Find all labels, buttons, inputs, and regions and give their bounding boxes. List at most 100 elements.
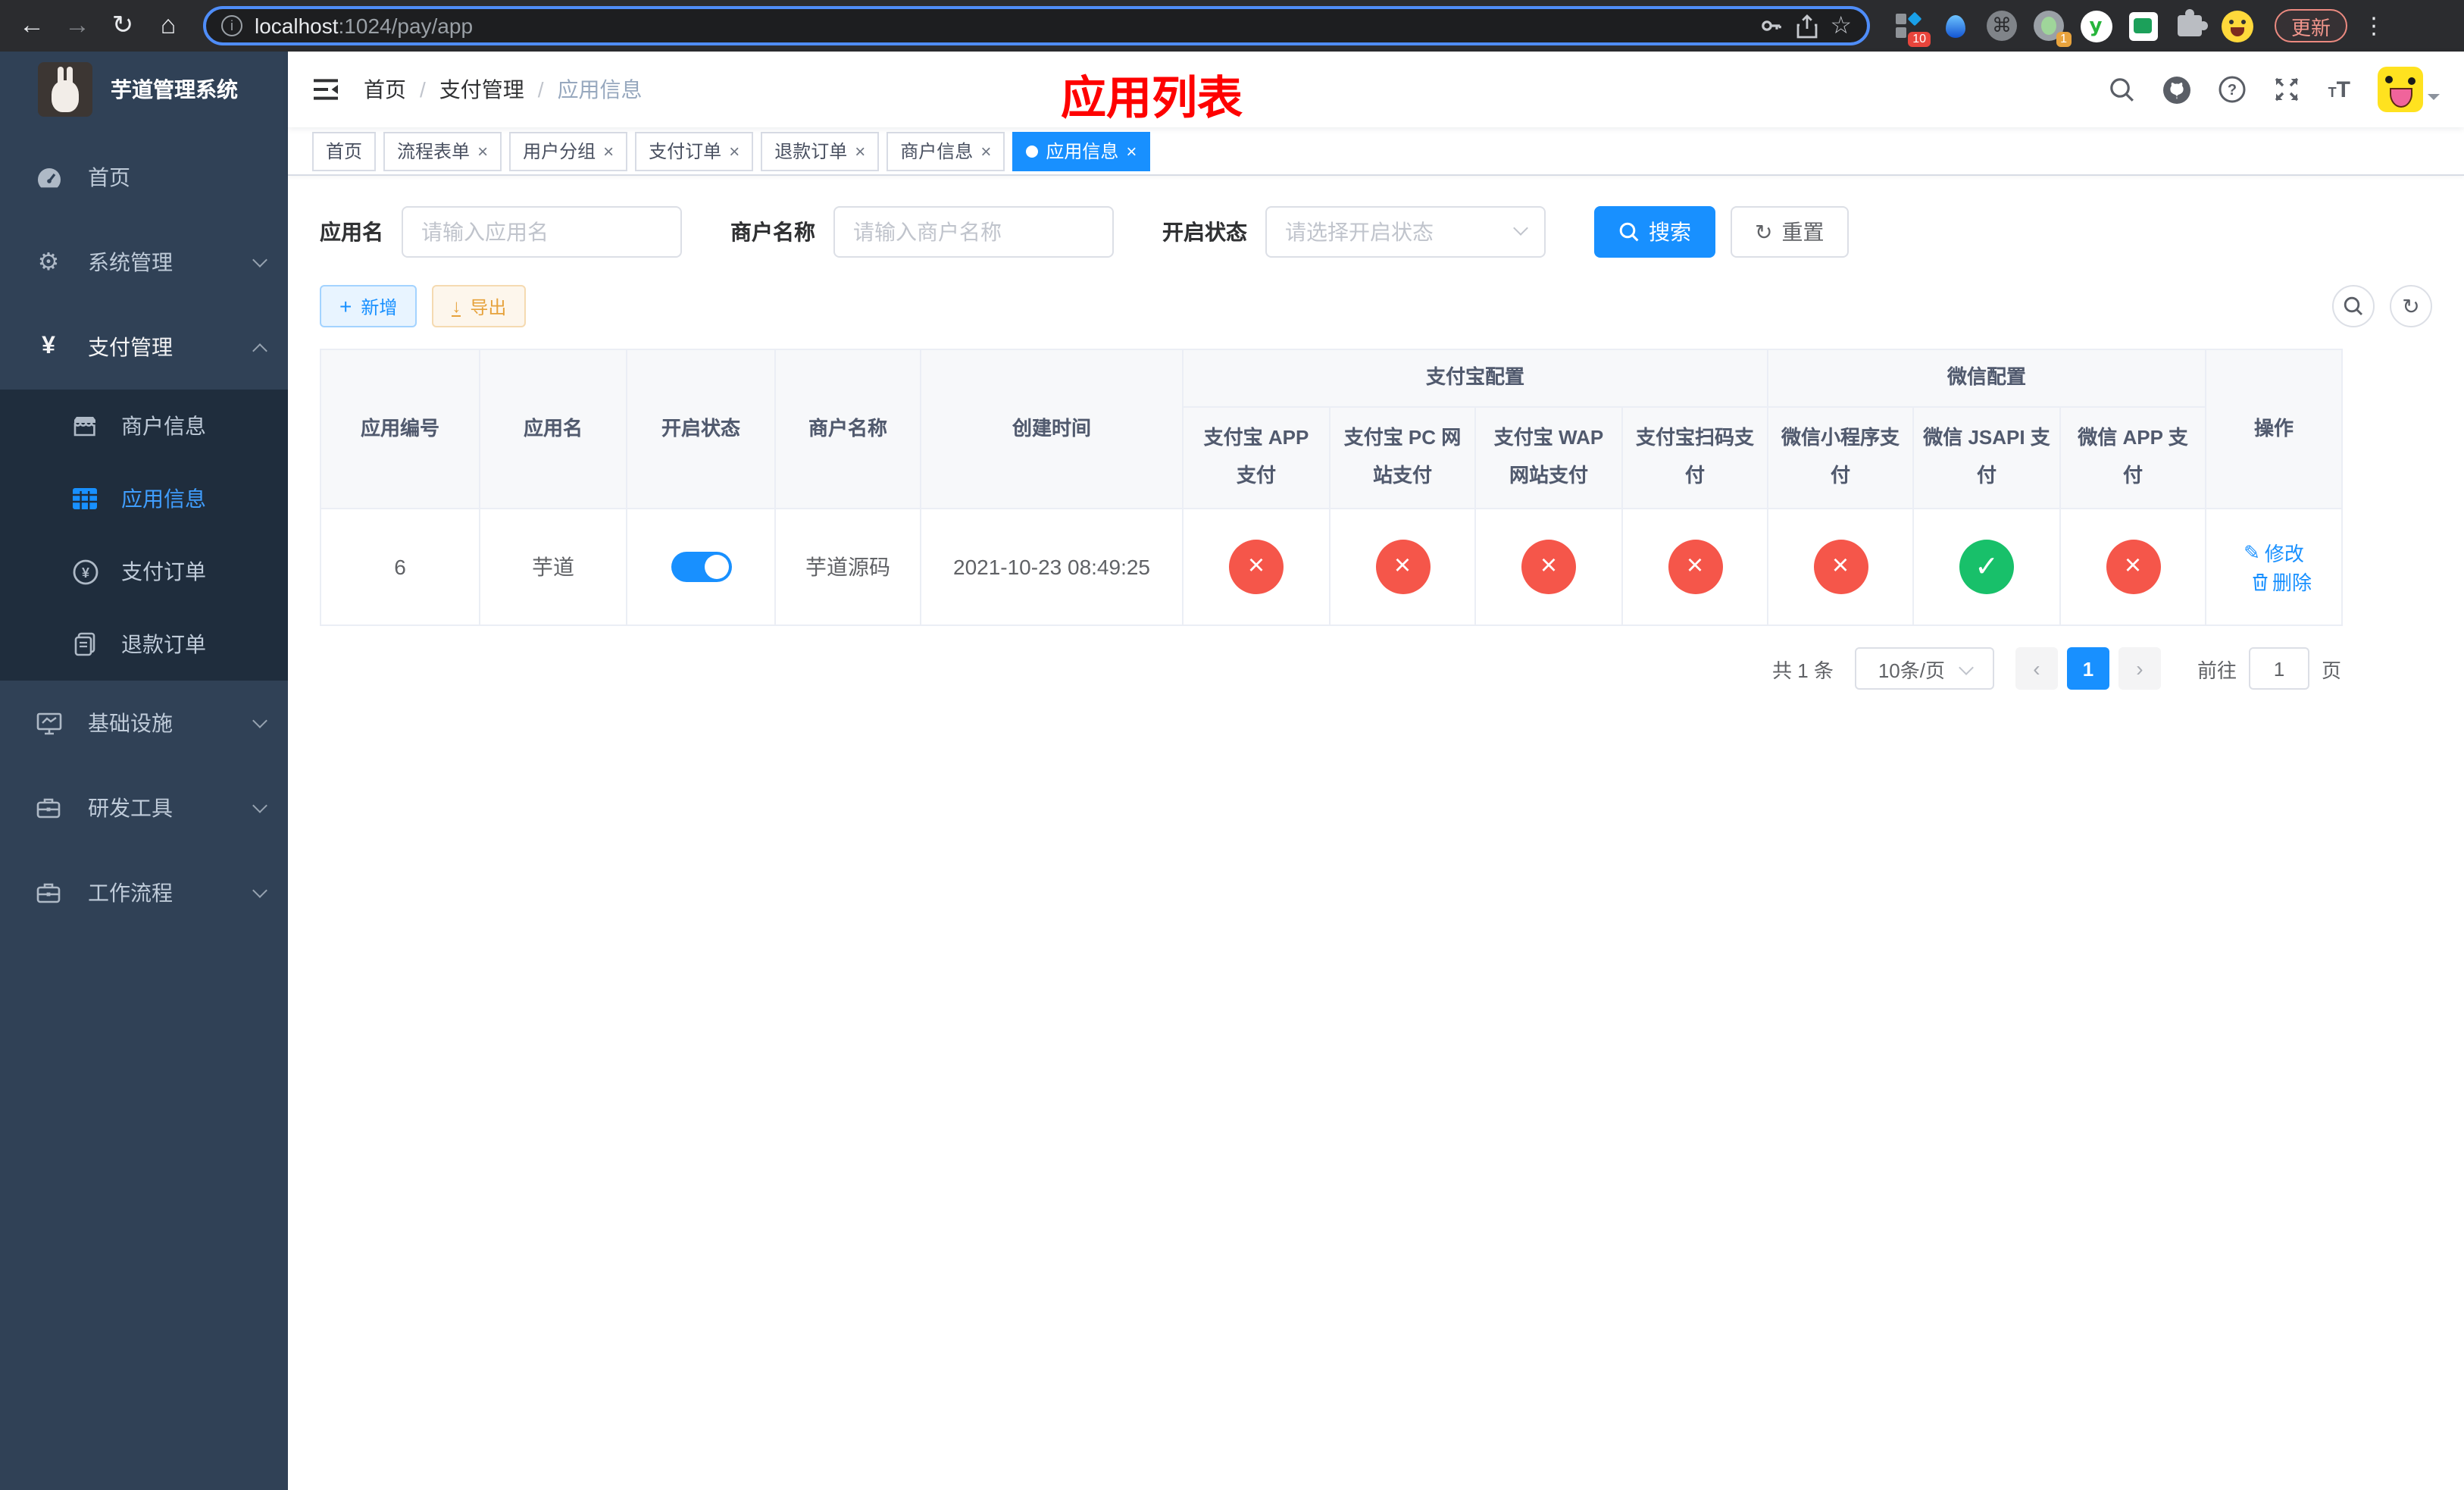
- tab-merchant-info[interactable]: 商户信息 ×: [886, 131, 1005, 171]
- table-grid-icon: [67, 488, 103, 509]
- github-icon[interactable]: [2163, 75, 2192, 104]
- toggle-search-button[interactable]: [2332, 285, 2375, 327]
- password-key-icon[interactable]: [1759, 14, 1783, 38]
- sidebar-collapse-icon[interactable]: [312, 77, 339, 102]
- chrome-menu-icon[interactable]: ⋮: [2362, 12, 2385, 39]
- edit-link[interactable]: ✎ 修改: [2244, 538, 2304, 567]
- col-alipay-app: 支付宝 APP 支付: [1182, 406, 1330, 509]
- sidebar-item-refund-order[interactable]: 退款订单: [0, 608, 288, 681]
- page-size-select[interactable]: 10条/页: [1854, 647, 1994, 690]
- tab-app-info[interactable]: 应用信息 ×: [1012, 131, 1151, 171]
- chevron-down-icon: [1513, 221, 1528, 236]
- fullscreen-icon[interactable]: [2274, 76, 2301, 103]
- next-page-button[interactable]: ›: [2118, 647, 2161, 690]
- bookmark-star-icon[interactable]: ☆: [1830, 11, 1852, 41]
- yen-circle-icon: ¥: [67, 559, 103, 584]
- chevron-down-icon: [252, 713, 267, 728]
- extension-badge: 1: [2056, 32, 2072, 47]
- extension-camera-icon[interactable]: 1: [2032, 9, 2072, 47]
- close-icon[interactable]: ×: [1126, 140, 1137, 161]
- sidebar-item-infra[interactable]: 基础设施: [0, 681, 288, 765]
- col-status: 开启状态: [626, 349, 776, 509]
- status-select[interactable]: 请选择开启状态: [1265, 206, 1546, 258]
- app-name-input[interactable]: [402, 206, 682, 258]
- back-icon[interactable]: ←: [12, 6, 52, 45]
- pay-submenu: 商户信息 应用信息 ¥ 支付订单 退款订单: [0, 390, 288, 681]
- active-dot: [1026, 145, 1039, 157]
- extension-chat-icon[interactable]: [2126, 9, 2159, 42]
- add-button[interactable]: + 新增: [320, 285, 417, 327]
- refresh-button[interactable]: ↻: [2390, 285, 2432, 327]
- extension-command-icon[interactable]: ⌘: [1985, 9, 2018, 42]
- extension-y-icon[interactable]: y: [2079, 9, 2112, 42]
- sidebar-item-pay-order[interactable]: ¥ 支付订单: [0, 535, 288, 608]
- sidebar-item-app-info[interactable]: 应用信息: [0, 462, 288, 535]
- forward-icon[interactable]: →: [58, 6, 97, 45]
- chrome-update-button[interactable]: 更新: [2275, 9, 2348, 42]
- plus-icon: +: [339, 294, 352, 318]
- profile-avatar-icon[interactable]: [2220, 9, 2253, 42]
- sidebar-item-workflow[interactable]: 工作流程: [0, 850, 288, 935]
- status-label: 开启状态: [1162, 220, 1247, 244]
- cell-created: 2021-10-23 08:49:25: [920, 508, 1184, 626]
- yen-icon: ¥: [42, 333, 55, 359]
- col-created: 创建时间: [920, 349, 1184, 509]
- reset-button[interactable]: ↻ 重置: [1731, 206, 1849, 258]
- url-text: localhost:1024/pay/app: [255, 14, 474, 38]
- table-row: 6 芋道 芋道源码 2021-10-23 08:49:25 × × × × × …: [320, 508, 2344, 626]
- sidebar-item-merchant-info[interactable]: 商户信息: [0, 390, 288, 462]
- tab-process-form[interactable]: 流程表单 ×: [383, 131, 502, 171]
- sidebar-item-system[interactable]: ⚙ 系统管理: [0, 220, 288, 305]
- breadcrumb-home[interactable]: 首页: [364, 74, 406, 105]
- app-title: 芋道管理系统: [111, 77, 238, 102]
- export-button[interactable]: ↓ 导出: [432, 285, 527, 327]
- extension-badge: 10: [1908, 32, 1931, 47]
- extensions-puzzle-icon[interactable]: [2173, 9, 2208, 42]
- sidebar-item-pay[interactable]: ¥ 支付管理: [0, 305, 288, 390]
- share-icon[interactable]: [1795, 13, 1818, 39]
- shop-icon: [67, 415, 103, 437]
- breadcrumb-pay[interactable]: 支付管理: [439, 74, 524, 105]
- close-icon[interactable]: ×: [477, 140, 488, 161]
- site-info-icon[interactable]: i: [221, 15, 242, 36]
- font-size-icon[interactable]: TT: [2328, 77, 2350, 102]
- close-icon[interactable]: ×: [729, 140, 740, 161]
- home-icon[interactable]: ⌂: [149, 6, 188, 45]
- goto-page-input[interactable]: [2248, 647, 2309, 690]
- close-icon[interactable]: ×: [855, 140, 865, 161]
- search-icon[interactable]: [2109, 76, 2136, 103]
- group-wechat-config: 微信配置: [1767, 349, 2207, 408]
- tab-pay-order[interactable]: 支付订单 ×: [635, 131, 754, 171]
- cell-app-id: 6: [320, 508, 480, 626]
- dashboard-icon: [30, 166, 67, 189]
- status-toggle[interactable]: [671, 552, 731, 582]
- extension-grid-icon[interactable]: 10: [1891, 9, 1931, 47]
- delete-link[interactable]: 删除: [2251, 567, 2312, 596]
- sidebar-item-home[interactable]: 首页: [0, 135, 288, 220]
- help-icon[interactable]: ?: [2219, 76, 2247, 103]
- close-icon[interactable]: ×: [603, 140, 614, 161]
- logo[interactable]: 芋道管理系统: [0, 52, 288, 127]
- user-avatar[interactable]: [2378, 67, 2440, 112]
- chevron-down-icon: [1958, 659, 1973, 675]
- sidebar-item-devtools[interactable]: 研发工具: [0, 765, 288, 850]
- col-alipay-scan: 支付宝扫码支付: [1621, 406, 1769, 509]
- prev-page-button[interactable]: ‹: [2015, 647, 2058, 690]
- avatar: [2378, 67, 2423, 112]
- briefcase-icon: [30, 882, 67, 903]
- extension-kite-icon[interactable]: [1938, 9, 1972, 42]
- merchant-name-input[interactable]: [833, 206, 1114, 258]
- page-1-button[interactable]: 1: [2066, 647, 2109, 690]
- trash-icon: [2252, 573, 2267, 590]
- refresh-icon: ↻: [1755, 220, 1773, 244]
- tab-refund-order[interactable]: 退款订单 ×: [761, 131, 880, 171]
- close-icon[interactable]: ×: [980, 140, 991, 161]
- address-bar[interactable]: i localhost:1024/pay/app ☆: [203, 6, 1870, 45]
- tab-user-group[interactable]: 用户分组 ×: [509, 131, 628, 171]
- screen: ← → ↻ ⌂ i localhost:1024/pay/app ☆ 10 ⌘ …: [0, 0, 2464, 1490]
- search-button[interactable]: 搜索: [1594, 206, 1715, 258]
- col-merchant: 商户名称: [774, 349, 921, 509]
- reload-icon[interactable]: ↻: [103, 6, 142, 45]
- col-alipay-pc: 支付宝 PC 网站支付: [1329, 406, 1476, 509]
- tab-home[interactable]: 首页: [312, 131, 377, 171]
